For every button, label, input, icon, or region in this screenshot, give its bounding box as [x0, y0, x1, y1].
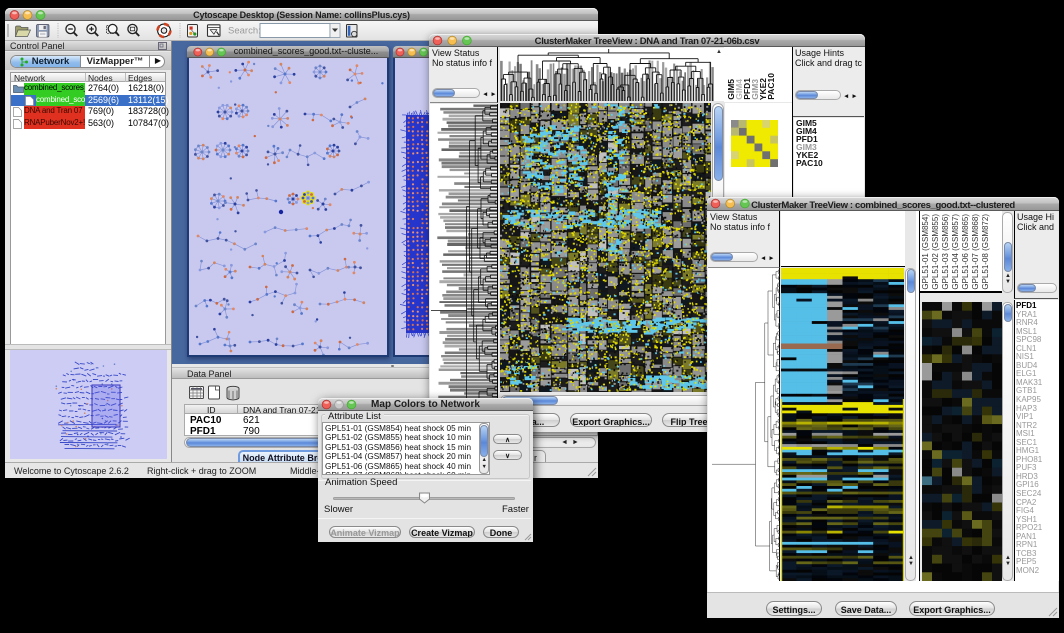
- svg-text:Search:: Search:: [228, 26, 261, 37]
